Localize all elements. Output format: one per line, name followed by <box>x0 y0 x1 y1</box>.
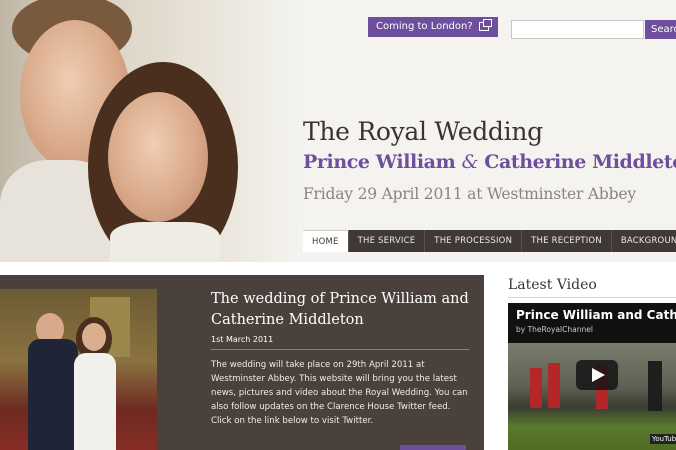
couple-portrait-photo <box>0 0 300 262</box>
catherine-head <box>82 323 106 351</box>
groom-name: Prince William <box>303 151 456 173</box>
video-channel[interactable]: by TheRoyalChannel <box>516 325 593 334</box>
video-title[interactable]: Prince William and Cather... <box>516 308 676 322</box>
site-title: The Royal Wedding <box>303 117 543 146</box>
figure <box>648 361 662 411</box>
nav-the-reception[interactable]: The Reception <box>522 230 612 252</box>
nav-the-service[interactable]: The Service <box>349 230 426 252</box>
youtube-logo[interactable]: YouTube <box>650 434 676 444</box>
external-link-icon <box>479 19 492 31</box>
bride-name: Catherine Middleton <box>484 151 676 173</box>
couple-names: Prince William & Catherine Middleton <box>303 151 676 173</box>
choir-figure <box>548 363 560 408</box>
site-header: Coming to London? Search The Royal Weddi… <box>0 0 676 262</box>
event-date: Friday 29 April 2011 at Westminster Abbe… <box>303 185 636 203</box>
feature-date: 1st March 2011 <box>211 335 274 344</box>
coming-label: Coming to London? <box>376 21 473 32</box>
play-icon[interactable] <box>576 360 618 390</box>
catherine-dress <box>74 353 116 450</box>
main-nav: Home The Service The Procession The Rece… <box>303 230 676 252</box>
search-input[interactable] <box>511 20 644 39</box>
engagement-photo <box>0 289 157 450</box>
search-button[interactable]: Search <box>645 20 676 39</box>
ampersand: & <box>461 151 479 173</box>
video-player[interactable]: Prince William and Cather... by TheRoyal… <box>508 303 676 450</box>
coming-to-london-button[interactable]: Coming to London? <box>368 17 498 37</box>
choir-figure <box>530 368 542 408</box>
divider <box>508 297 676 298</box>
feature-body: The wedding will take place on 29th Apri… <box>211 360 468 426</box>
latest-video-heading: Latest Video <box>508 277 597 293</box>
nav-the-procession[interactable]: The Procession <box>425 230 523 252</box>
divider <box>211 349 469 350</box>
nav-background[interactable]: Background <box>612 230 676 252</box>
feature-article: The wedding of Prince William and Cather… <box>0 275 484 450</box>
catherine-face <box>108 92 208 222</box>
nav-home[interactable]: Home <box>303 230 349 252</box>
feature-title[interactable]: The wedding of Prince William and Cather… <box>211 289 476 331</box>
read-more-button[interactable] <box>400 445 466 450</box>
william-suit <box>28 339 78 450</box>
catherine-top <box>110 222 220 262</box>
